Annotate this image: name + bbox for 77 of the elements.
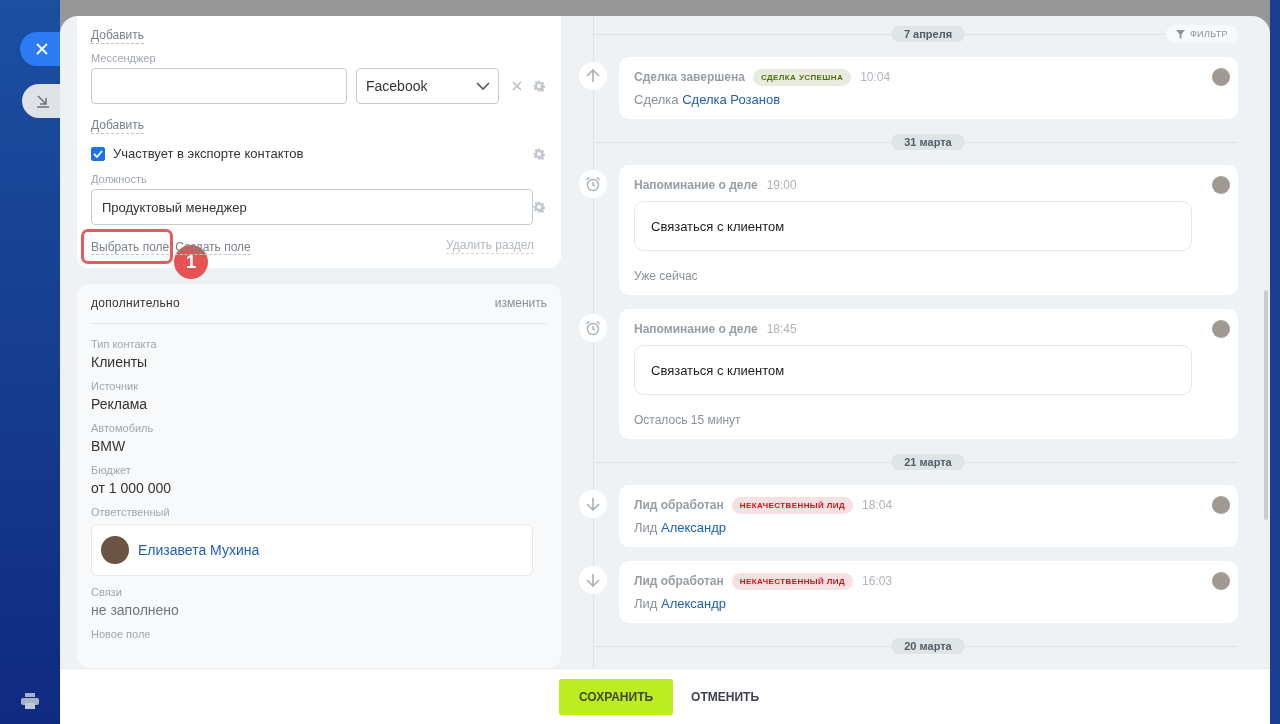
event-time: 16:03 <box>862 574 893 588</box>
event-time: 19:00 <box>766 178 797 192</box>
field-action-link[interactable]: Создать поле <box>175 240 251 255</box>
cancel-button[interactable]: ОТМЕНИТЬ <box>679 678 771 715</box>
avatar <box>1212 496 1230 514</box>
entity-link[interactable]: Александр <box>661 596 727 611</box>
messenger-input[interactable] <box>91 68 347 104</box>
messenger-type-select[interactable]: Facebook <box>356 68 499 104</box>
status-badge: НЕКАЧЕСТВЕННЫЙ ЛИД <box>731 572 854 590</box>
user-link[interactable]: Елизавета Мухина <box>138 542 260 558</box>
field-label: Источник <box>91 380 139 392</box>
field-value: BMW <box>91 438 127 454</box>
field-label: Связи <box>91 586 123 598</box>
event-title: Сделка завершена <box>634 70 745 84</box>
avatar <box>1212 572 1230 590</box>
settings-icon[interactable] <box>533 147 545 160</box>
event-time: 10:04 <box>860 70 891 84</box>
entity-label: Лид <box>634 520 658 535</box>
field-label: Ответственный <box>91 506 171 518</box>
event-title: Лид обработан <box>634 498 724 512</box>
chevron-down-icon <box>476 82 490 90</box>
field-value: Реклама <box>91 396 149 412</box>
close-icon <box>36 43 48 55</box>
reminder-text: Связаться с клиентом <box>634 201 1192 251</box>
date-label: 20 марта <box>891 638 965 654</box>
add-link[interactable]: Добавить <box>91 28 145 44</box>
avatar <box>1212 68 1230 86</box>
status-badge: НЕКАЧЕСТВЕННЫЙ ЛИД <box>731 496 854 514</box>
event-time: 18:04 <box>862 498 893 512</box>
alarm-clock-icon <box>579 170 607 198</box>
alarm-clock-icon <box>579 314 607 342</box>
remove-icon[interactable] <box>512 81 522 91</box>
reminder-status: Уже сейчас <box>634 269 699 283</box>
arrow-up-icon <box>579 62 607 90</box>
field-action-link[interactable]: Выбрать поле <box>91 240 170 255</box>
save-button[interactable]: СОХРАНИТЬ <box>559 678 674 715</box>
reminder-text: Связаться с клиентом <box>634 345 1192 395</box>
printer-icon[interactable] <box>20 692 40 710</box>
entity-link[interactable]: Александр <box>661 520 727 535</box>
avatar <box>1212 320 1230 338</box>
event-time: 18:45 <box>766 322 797 336</box>
section-title: дополнительно <box>91 296 180 310</box>
entity-label: Сделка <box>634 92 679 107</box>
event-title: Напоминание о деле <box>634 178 758 192</box>
settings-icon[interactable] <box>533 201 545 213</box>
field-label: Должность <box>91 173 147 185</box>
event-title: Лид обработан <box>634 574 724 588</box>
minimize-button[interactable] <box>22 84 60 118</box>
event-title: Напоминание о деле <box>634 322 758 336</box>
scrollbar[interactable] <box>1264 290 1268 520</box>
field-label: Автомобиль <box>91 422 155 434</box>
field-value: не заполнено <box>91 602 180 618</box>
field-label: Бюджет <box>91 464 132 476</box>
avatar <box>101 536 129 564</box>
arrow-down-icon <box>579 566 607 594</box>
status-badge: СДЕЛКА УСПЕШНА <box>752 68 852 86</box>
field-label: Новое поле <box>91 628 152 640</box>
reminder-status: Осталось 15 минут <box>634 413 742 427</box>
checkbox-label: Участвует в экспорте контактов <box>113 146 304 161</box>
arrow-down-right-icon <box>36 94 50 108</box>
entity-label: Лид <box>634 596 658 611</box>
arrow-down-icon <box>579 490 607 518</box>
date-label: 21 марта <box>891 454 965 470</box>
field-value: от 1 000 000 <box>91 480 173 496</box>
date-label: 31 марта <box>891 134 965 150</box>
field-value: Клиенты <box>91 354 149 370</box>
position-input[interactable]: Продуктовый менеджер <box>91 189 533 225</box>
close-button[interactable] <box>20 32 60 66</box>
add-link[interactable]: Добавить <box>91 118 145 134</box>
avatar <box>1212 176 1230 194</box>
field-label: Тип контакта <box>91 338 158 350</box>
settings-icon[interactable] <box>533 80 545 92</box>
field-label: Мессенджер <box>91 52 156 64</box>
filter-icon <box>1175 29 1185 39</box>
checkbox[interactable] <box>91 146 105 161</box>
date-label: 7 апреля <box>890 26 966 42</box>
entity-link[interactable]: Сделка Розанов <box>682 92 781 107</box>
